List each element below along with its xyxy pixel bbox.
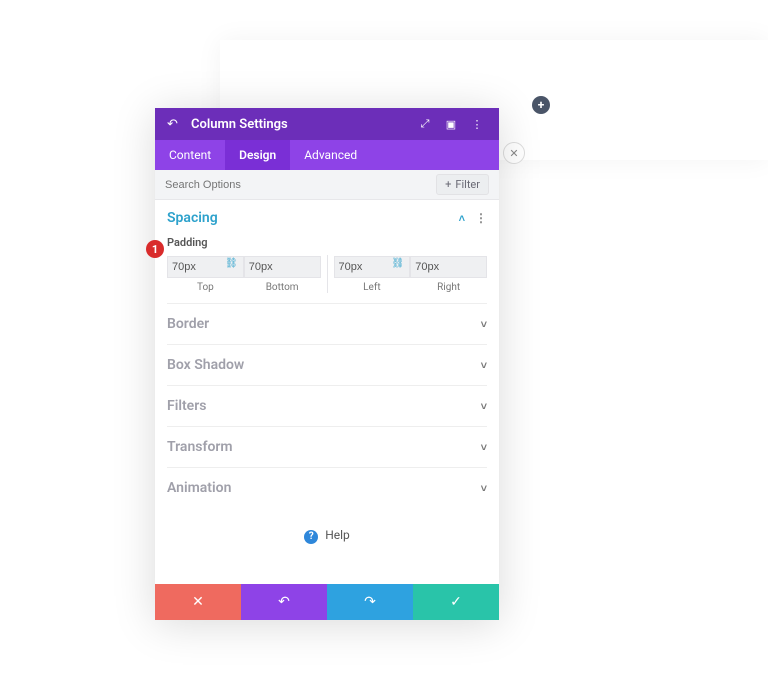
expand-icon[interactable]: ⤢	[415, 117, 435, 131]
padding-group-vertical: ⛓ Top Bottom	[167, 255, 328, 293]
section-title: Spacing	[167, 210, 218, 226]
cancel-button[interactable]: ✕	[155, 584, 241, 620]
save-button[interactable]: ✓	[413, 584, 499, 620]
padding-group-horizontal: ⛓ Left Right	[334, 255, 488, 293]
section-menu-icon[interactable]: ⋮	[475, 211, 487, 225]
annotation-marker-1: 1	[146, 240, 164, 258]
collapsed-sections: Border ˅ Box Shadow ˅ Filters ˅ Transfor…	[155, 303, 499, 508]
search-input[interactable]	[165, 179, 436, 191]
help-label: Help	[325, 528, 350, 542]
redo-button[interactable]: ↷	[327, 584, 413, 620]
menu-icon[interactable]: ⋮	[467, 118, 487, 131]
help-row[interactable]: ? Help	[155, 508, 499, 584]
tab-advanced[interactable]: Advanced	[290, 140, 371, 170]
padding-right-input[interactable]	[410, 256, 487, 278]
padding-top-label: Top	[167, 282, 244, 293]
padding-bottom-input[interactable]	[244, 256, 321, 278]
section-title: Box Shadow	[167, 357, 244, 373]
tab-content[interactable]: Content	[155, 140, 225, 170]
link-icon[interactable]: ⛓	[225, 258, 238, 269]
padding-bottom-label: Bottom	[244, 282, 321, 293]
back-icon[interactable]: ↶	[167, 117, 185, 132]
plus-icon: +	[445, 178, 451, 191]
section-title: Filters	[167, 398, 206, 414]
help-icon: ?	[304, 530, 318, 544]
tab-design[interactable]: Design	[225, 140, 290, 170]
section-header-border[interactable]: Border ˅	[167, 303, 487, 344]
panel-header: ↶ Column Settings ⤢ ▣ ⋮	[155, 108, 499, 140]
chevron-down-icon: ˅	[481, 318, 487, 331]
panel-footer: ✕ ↶ ↷ ✓	[155, 584, 499, 620]
search-row: + Filter	[155, 170, 499, 200]
padding-grid: ⛓ Top Bottom ⛓ Left Right	[167, 255, 487, 293]
link-icon[interactable]: ⛓	[392, 258, 405, 269]
filter-label: Filter	[455, 178, 480, 191]
add-module-button[interactable]: +	[532, 96, 550, 114]
chevron-down-icon: ˅	[481, 400, 487, 413]
tabs: Content Design Advanced	[155, 140, 499, 170]
section-header-spacing[interactable]: Spacing ˄ ⋮	[167, 210, 487, 226]
padding-label: Padding	[167, 236, 487, 249]
section-title: Transform	[167, 439, 233, 455]
filter-button[interactable]: + Filter	[436, 174, 489, 195]
section-header-transform[interactable]: Transform ˅	[167, 426, 487, 467]
chevron-down-icon: ˅	[481, 482, 487, 495]
chevron-down-icon: ˅	[481, 359, 487, 372]
padding-left-label: Left	[334, 282, 411, 293]
close-panel-button[interactable]: ✕	[503, 142, 525, 164]
chevron-up-icon: ˄	[459, 212, 465, 225]
section-title: Border	[167, 316, 209, 332]
section-header-box-shadow[interactable]: Box Shadow ˅	[167, 344, 487, 385]
padding-right-label: Right	[410, 282, 487, 293]
panel-title: Column Settings	[191, 117, 409, 132]
layout-icon[interactable]: ▣	[441, 118, 461, 131]
section-header-filters[interactable]: Filters ˅	[167, 385, 487, 426]
settings-panel: ↶ Column Settings ⤢ ▣ ⋮ Content Design A…	[155, 108, 499, 620]
section-spacing: Spacing ˄ ⋮ Padding ⛓ Top Bottom	[155, 200, 499, 303]
section-title: Animation	[167, 480, 231, 496]
chevron-down-icon: ˅	[481, 441, 487, 454]
undo-button[interactable]: ↶	[241, 584, 327, 620]
section-header-animation[interactable]: Animation ˅	[167, 467, 487, 508]
